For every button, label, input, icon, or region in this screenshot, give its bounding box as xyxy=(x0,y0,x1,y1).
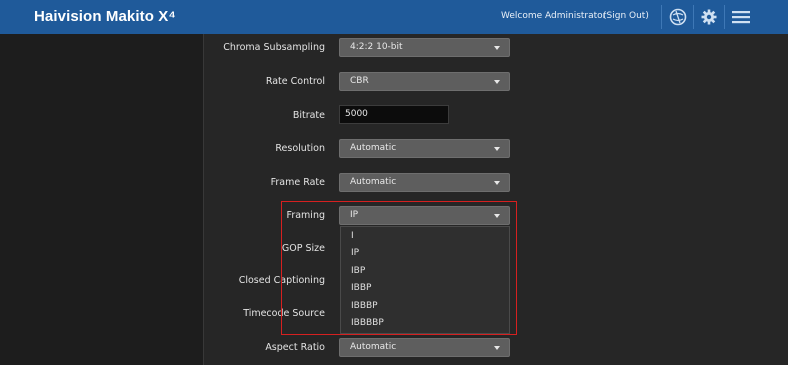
header-divider xyxy=(724,5,725,29)
network-icon[interactable] xyxy=(669,8,687,26)
aspect-ratio-select[interactable]: Automatic xyxy=(339,338,510,357)
rate-control-value: CBR xyxy=(350,76,369,86)
chevron-down-icon xyxy=(494,80,500,84)
rate-control-select[interactable]: CBR xyxy=(339,72,510,91)
frame-rate-select[interactable]: Automatic xyxy=(339,173,510,192)
frame-rate-label: Frame Rate xyxy=(270,177,325,188)
resolution-label: Resolution xyxy=(275,143,325,154)
top-header: Haivision Makito X⁴ Welcome Administrato… xyxy=(0,0,788,34)
menu-icon[interactable] xyxy=(731,8,751,26)
welcome-text: Welcome Administrator xyxy=(501,11,607,21)
bitrate-label: Bitrate xyxy=(292,110,325,121)
aspect-ratio-label: Aspect Ratio xyxy=(265,342,325,353)
header-divider xyxy=(661,5,662,29)
bitrate-input[interactable]: 5000 xyxy=(339,105,449,124)
chevron-down-icon xyxy=(494,46,500,50)
resolution-select[interactable]: Automatic xyxy=(339,139,510,158)
chroma-subsampling-select[interactable]: 4:2:2 10-bit xyxy=(339,38,510,57)
header-divider xyxy=(693,5,694,29)
chroma-subsampling-value: 4:2:2 10-bit xyxy=(350,42,403,52)
gear-icon[interactable] xyxy=(700,8,718,26)
highlight-box xyxy=(281,201,517,335)
rate-control-label: Rate Control xyxy=(265,76,325,87)
sign-out-link[interactable]: (Sign Out) xyxy=(603,11,649,21)
aspect-ratio-value: Automatic xyxy=(350,342,397,352)
chroma-subsampling-label: Chroma Subsampling xyxy=(223,42,325,53)
resolution-value: Automatic xyxy=(350,143,397,153)
chevron-down-icon xyxy=(494,181,500,185)
chevron-down-icon xyxy=(494,346,500,350)
brand-logo[interactable]: Haivision Makito X⁴ xyxy=(34,8,176,25)
chevron-down-icon xyxy=(494,147,500,151)
frame-rate-value: Automatic xyxy=(350,177,397,187)
